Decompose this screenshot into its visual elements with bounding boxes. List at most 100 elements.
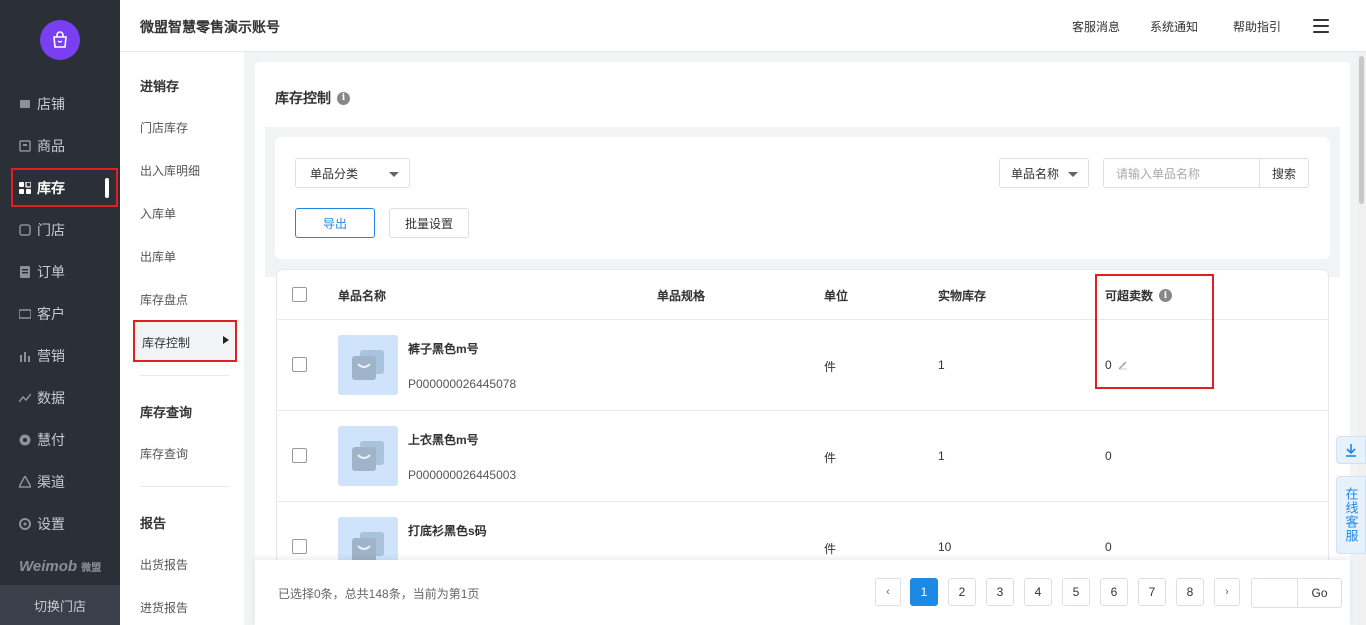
page-button-6[interactable]: 6 [1100,578,1128,606]
customer-messages-link[interactable]: 客服消息 [1072,18,1120,35]
product-unit: 件 [824,360,837,374]
page-button-3[interactable]: 3 [986,578,1014,606]
prev-page-button[interactable]: ‹ [875,578,901,606]
goto-page-input[interactable] [1251,578,1297,608]
nav-item-order[interactable]: 订单 [19,262,65,282]
next-page-button[interactable]: › [1214,578,1240,606]
marketing-icon [19,350,31,362]
page-button-8[interactable]: 8 [1176,578,1204,606]
chevron-down-icon [1068,172,1078,177]
account-name: 微盟智慧零售演示账号 [140,19,280,35]
settings-icon [19,518,31,530]
help-guide-link[interactable]: 帮助指引 [1233,18,1281,35]
row-checkbox[interactable] [292,539,307,554]
nav-item-store[interactable]: 门店 [19,220,65,240]
info-icon[interactable]: i [337,91,350,105]
nav-item-channel[interactable]: 渠道 [19,472,65,492]
shopping-bag-logo-icon[interactable] [40,20,80,60]
main-nav: 店铺 商品 库存 门店 订单 客户 营销 数据 慧付 渠道 设置 Weimob … [0,0,120,625]
table-footer: 已选择0条，总共148条，当前为第1页 ‹ 1 2 3 4 5 6 7 8 › … [255,560,1350,625]
nav-item-customer[interactable]: 客户 [19,304,65,324]
page-title: 库存控制 i [275,88,350,108]
online-customer-service-button[interactable]: 在线客服 [1336,476,1366,554]
nav-item-label: 订单 [37,264,65,280]
product-stock: 1 [938,449,945,463]
goto-page-button[interactable]: Go [1297,578,1342,608]
table-row: 上衣黑色m号 P000000026445003 件 1 0 [277,411,1328,502]
row-checkbox[interactable] [292,357,307,372]
submenu-item-inventory-query[interactable]: 库存查询 [140,445,188,462]
search-field-select[interactable]: 单品名称 [999,158,1089,188]
nav-item-shop[interactable]: 店铺 [19,94,65,114]
submenu-item-purchase-report[interactable]: 进货报告 [140,599,188,616]
select-all-checkbox[interactable] [292,287,307,302]
product-name: 打底衫黑色s码 [408,524,487,538]
submenu-group-title: 库存查询 [140,405,193,420]
nav-item-label: 慧付 [37,432,65,448]
customer-icon [19,308,31,320]
page-button-7[interactable]: 7 [1138,578,1166,606]
search-button[interactable]: 搜索 [1259,158,1309,188]
download-icon[interactable] [1336,436,1366,464]
product-unit: 件 [824,451,837,465]
brand-logo: Weimob 微盟 [19,558,102,575]
nav-item-label: 数据 [37,390,65,406]
nav-item-label: 设置 [37,516,65,532]
product-code: P000000026445078 [408,377,517,391]
filter-area: 单品分类 单品名称 请输入单品名称 搜索 导出 批量设置 [265,127,1340,277]
hamburger-menu-icon[interactable] [1313,19,1329,37]
export-button[interactable]: 导出 [295,208,375,238]
nav-item-label: 商品 [37,138,65,154]
caret-right-icon [223,336,229,344]
system-notice-link[interactable]: 系统通知 [1150,18,1198,35]
column-header-name: 单品名称 [338,289,387,303]
selection-summary: 已选择0条，总共148条，当前为第1页 [278,587,480,601]
row-checkbox[interactable] [292,448,307,463]
submenu-item-inout-detail[interactable]: 出入库明细 [140,162,200,179]
scrollbar-thumb[interactable] [1359,56,1364,204]
product-oversell: 0 [1105,540,1112,554]
product-name: 裤子黑色m号 [408,342,479,356]
column-header-spec: 单品规格 [657,289,706,303]
sub-menu: 进销存 门店库存 出入库明细 入库单 出库单 库存盘点 库存控制 库存查询 库存… [120,52,244,625]
switch-store-button[interactable]: 切换门店 [0,585,120,625]
nav-active-indicator [105,178,109,198]
nav-item-label: 客户 [37,306,65,322]
store-icon [19,224,31,236]
product-code: P000000026445003 [408,468,517,482]
shop-icon [19,98,31,110]
oversell-column-highlight [1095,274,1214,389]
category-select[interactable]: 单品分类 [295,158,410,188]
submenu-divider [140,375,229,376]
nav-item-goods[interactable]: 商品 [19,136,65,156]
batch-settings-button[interactable]: 批量设置 [389,208,469,238]
nav-item-pay[interactable]: 慧付 [19,430,65,450]
search-input[interactable]: 请输入单品名称 [1103,158,1260,188]
submenu-group-title: 进销存 [140,79,180,94]
page-button-1[interactable]: 1 [910,578,938,606]
submenu-item-inventory-control[interactable]: 库存控制 [133,320,237,362]
nav-item-data[interactable]: 数据 [19,388,65,408]
nav-highlight-box [11,168,118,207]
page-button-2[interactable]: 2 [948,578,976,606]
submenu-item-store-inventory[interactable]: 门店库存 [140,119,188,136]
submenu-divider [140,486,229,487]
nav-item-label: 门店 [37,222,65,238]
nav-item-marketing[interactable]: 营销 [19,346,65,366]
main-panel: 库存控制 i 单品分类 单品名称 请输入单品名称 搜索 导出 批量设置 单品名称… [255,62,1350,625]
order-icon [19,266,31,278]
page-button-5[interactable]: 5 [1062,578,1090,606]
submenu-item-outbound[interactable]: 出库单 [140,248,176,265]
product-thumbnail [338,426,398,486]
product-thumbnail [338,335,398,395]
top-header: 微盟智慧零售演示账号 客服消息 系统通知 帮助指引 [120,0,1366,52]
channel-icon [19,476,31,488]
submenu-item-inbound[interactable]: 入库单 [140,205,176,222]
chevron-down-icon [389,172,399,177]
submenu-group-title: 报告 [140,516,167,531]
nav-item-settings[interactable]: 设置 [19,514,65,534]
submenu-item-stocktake[interactable]: 库存盘点 [140,291,188,308]
goods-icon [19,140,31,152]
submenu-item-shipping-report[interactable]: 出货报告 [140,556,188,573]
page-button-4[interactable]: 4 [1024,578,1052,606]
